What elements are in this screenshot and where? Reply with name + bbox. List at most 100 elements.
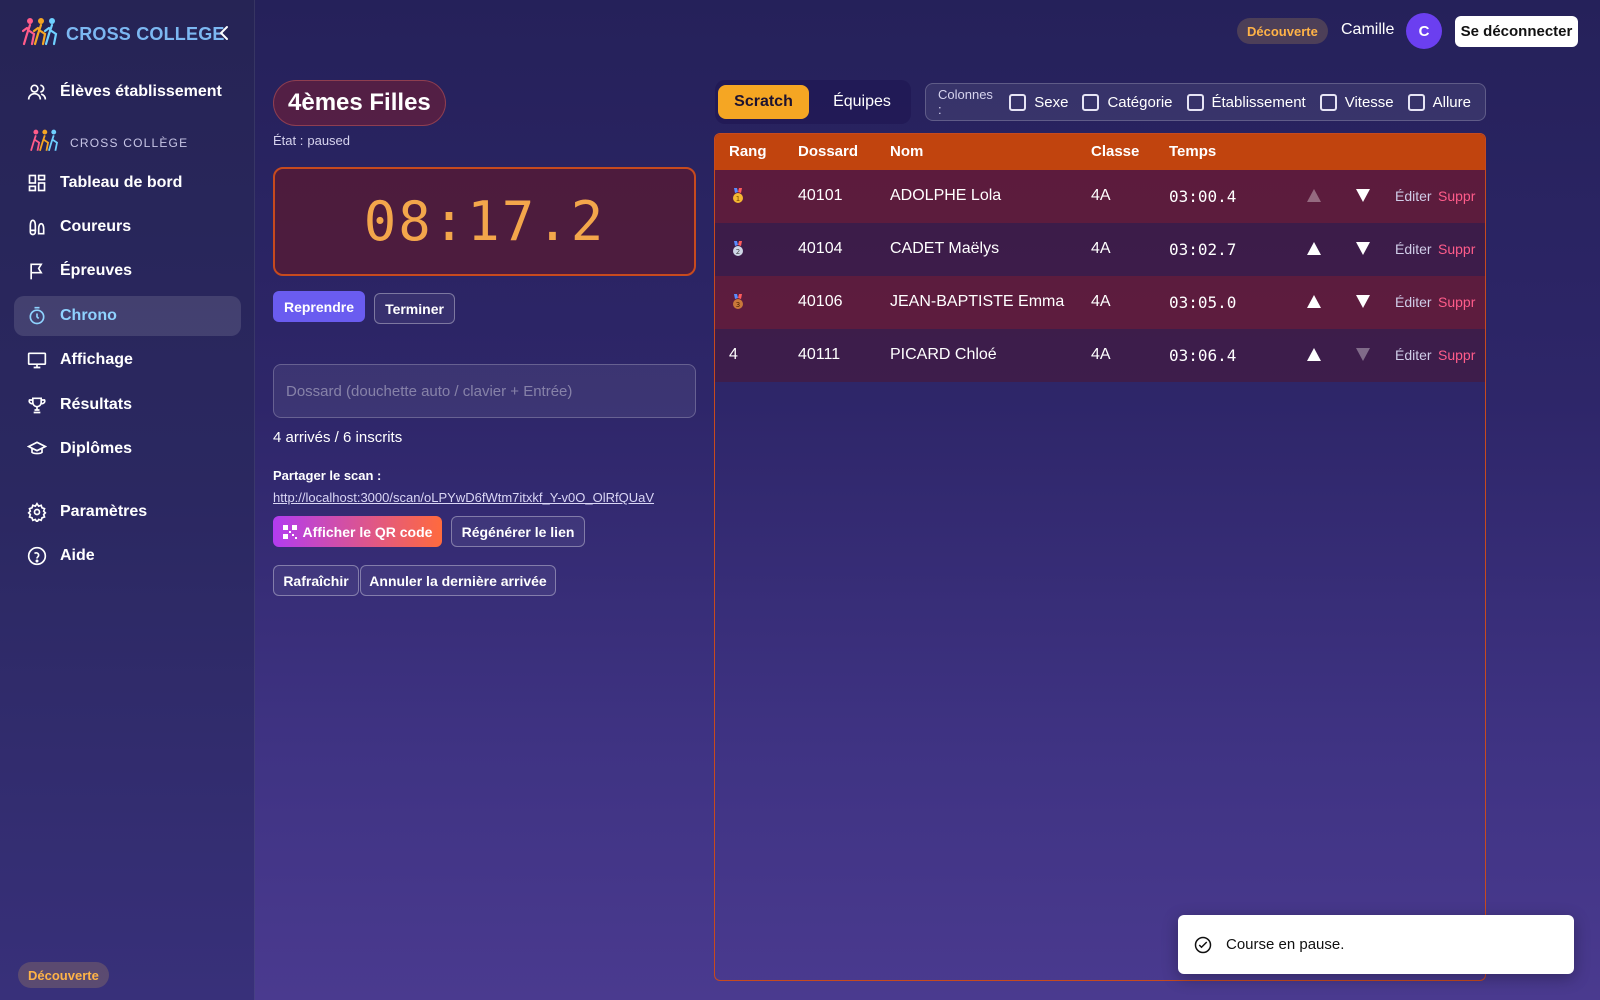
row-bib: 40104 (798, 240, 843, 257)
move-down-arrow-icon[interactable] (1356, 348, 1370, 361)
table-row: 1 40101 ADOLPHE Lola 4A 03:00.4 Éditer S… (715, 170, 1485, 223)
sidebar-item-label: Paramètres (60, 503, 148, 520)
checkbox[interactable] (1186, 93, 1204, 111)
username: Camille (1341, 21, 1395, 38)
avatar[interactable]: C (1406, 13, 1442, 49)
edit-link[interactable]: Éditer (1395, 347, 1432, 363)
sidebar-item-epreuves[interactable]: Épreuves (14, 251, 241, 291)
table-header: Rang Dossard Nom Classe Temps (715, 134, 1485, 170)
timer-icon (26, 305, 48, 327)
view-tabs: Scratch Équipes (715, 80, 911, 124)
brand[interactable]: CROSS COLLEGE (21, 17, 225, 50)
move-down-arrow-icon[interactable] (1356, 295, 1370, 308)
row-bib: 40106 (798, 293, 843, 310)
delete-link[interactable]: Suppr (1438, 294, 1475, 310)
header-rank[interactable]: Rang (729, 143, 767, 160)
row-class: 4A (1091, 240, 1111, 257)
row-time: 03:02.7 (1169, 240, 1237, 259)
toast-notification: Course en pause. (1178, 915, 1574, 974)
row-name: CADET Maëlys (890, 240, 1000, 257)
logout-button[interactable]: Se déconnecter (1455, 16, 1578, 47)
move-down-arrow-icon[interactable] (1356, 242, 1370, 255)
columns-label: Colonnes : (938, 87, 993, 117)
race-state: État : paused (273, 133, 350, 148)
collapse-sidebar-button[interactable] (214, 22, 234, 44)
footprints-icon (26, 216, 48, 238)
svg-text:1: 1 (736, 195, 740, 203)
checkbox[interactable] (1407, 93, 1425, 111)
header-name[interactable]: Nom (890, 143, 923, 160)
edit-link[interactable]: Éditer (1395, 188, 1432, 204)
move-up-arrow-icon[interactable] (1307, 348, 1321, 361)
tab-equipes[interactable]: Équipes (819, 85, 905, 119)
move-up-arrow-icon[interactable] (1307, 295, 1321, 308)
results-table: Rang Dossard Nom Classe Temps 1 40101 AD… (714, 133, 1486, 981)
sidebar-item-chrono[interactable]: Chrono (14, 296, 241, 336)
sidebar-item-label: Chrono (60, 307, 117, 324)
runners-small-icon (26, 128, 62, 157)
qr-code-icon (282, 524, 297, 539)
checkbox-label: Établissement (1211, 93, 1306, 111)
sidebar-item-diplomes[interactable]: Diplômes (14, 429, 241, 469)
checkbox[interactable] (1319, 93, 1337, 111)
column-checkbox-etablissement[interactable]: Établissement (1186, 93, 1306, 111)
chrono-time: 08:17.2 (363, 190, 606, 253)
sidebar-item-label: Tableau de bord (60, 174, 183, 191)
sidebar: CROSS COLLEGE Élèves établissement CROSS… (0, 0, 255, 1000)
share-link[interactable]: http://localhost:3000/scan/oLPYwD6fWtm7i… (273, 490, 654, 505)
section-label-text: CROSS COLLÈGE (70, 135, 189, 150)
race-state-value: paused (307, 133, 351, 148)
finish-button[interactable]: Terminer (374, 293, 455, 324)
column-checkbox-allure[interactable]: Allure (1407, 93, 1471, 111)
move-up-arrow-icon[interactable] (1307, 189, 1321, 202)
bib-input[interactable] (273, 364, 696, 418)
column-checkbox-categorie[interactable]: Catégorie (1082, 93, 1173, 111)
column-checkbox-vitesse[interactable]: Vitesse (1319, 93, 1394, 111)
sidebar-item-coureurs[interactable]: Coureurs (14, 207, 241, 247)
tab-scratch[interactable]: Scratch (718, 85, 809, 119)
delete-link[interactable]: Suppr (1438, 188, 1475, 204)
brand-title: CROSS COLLEGE (66, 23, 225, 44)
row-time: 03:05.0 (1169, 293, 1237, 312)
show-qr-button[interactable]: Afficher le QR code (273, 516, 442, 547)
sidebar-item-affichage[interactable]: Affichage (14, 340, 241, 380)
sidebar-item-eleves[interactable]: Élèves établissement (14, 72, 241, 112)
sidebar-item-tableau-de-bord[interactable]: Tableau de bord (14, 163, 241, 203)
chevron-left-icon (219, 26, 228, 40)
checkbox-label: Vitesse (1344, 93, 1394, 111)
users-icon (26, 81, 48, 103)
arrivals-count: 4 arrivés / 6 inscrits (273, 429, 403, 446)
header-bib[interactable]: Dossard (798, 143, 858, 160)
sidebar-item-aide[interactable]: Aide (14, 536, 241, 576)
silver-medal-icon: 2 (731, 241, 745, 262)
row-name: JEAN-BAPTISTE Emma (890, 293, 1065, 310)
refresh-button[interactable]: Rafraîchir (273, 565, 359, 596)
sidebar-item-resultats[interactable]: Résultats (14, 385, 241, 425)
move-down-arrow-icon[interactable] (1356, 189, 1370, 202)
sidebar-item-label: Affichage (60, 351, 133, 368)
race-state-label: État : (273, 133, 304, 148)
edit-link[interactable]: Éditer (1395, 294, 1432, 310)
race-title: 4èmes Filles (273, 80, 446, 126)
gear-icon (26, 501, 48, 523)
delete-link[interactable]: Suppr (1438, 241, 1475, 257)
checkbox[interactable] (1009, 93, 1027, 111)
row-bib: 40101 (798, 187, 843, 204)
svg-text:2: 2 (736, 248, 740, 256)
move-up-arrow-icon[interactable] (1307, 242, 1321, 255)
checkbox[interactable] (1082, 93, 1100, 111)
header-time[interactable]: Temps (1169, 143, 1216, 160)
header-class[interactable]: Classe (1091, 143, 1139, 160)
column-checkbox-sexe[interactable]: Sexe (1009, 93, 1068, 111)
regenerate-link-button[interactable]: Régénérer le lien (451, 516, 585, 547)
trophy-icon (26, 394, 48, 416)
dashboard-icon (26, 172, 48, 194)
delete-link[interactable]: Suppr (1438, 347, 1475, 363)
edit-link[interactable]: Éditer (1395, 241, 1432, 257)
sidebar-item-parametres[interactable]: Paramètres (14, 492, 241, 532)
row-time: 03:00.4 (1169, 187, 1237, 206)
resume-button[interactable]: Reprendre (273, 291, 365, 322)
share-label: Partager le scan : (273, 468, 382, 483)
toast-message: Course en pause. (1226, 936, 1345, 953)
undo-last-arrival-button[interactable]: Annuler la dernière arrivée (360, 565, 556, 596)
